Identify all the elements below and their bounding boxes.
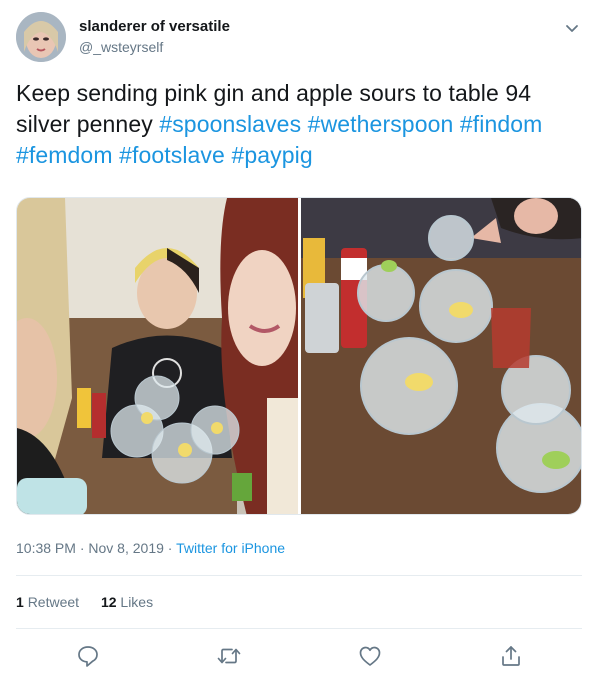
tweet-header: slanderer of versatile @_wsteyrself [16,12,582,64]
divider [16,628,582,629]
heart-icon[interactable] [356,642,384,670]
retweet-count[interactable]: 1 Retweet [16,594,79,610]
media-grid [16,197,582,515]
photo-2[interactable] [301,198,581,514]
hashtag-link[interactable]: #spoonslaves [159,111,301,137]
photo-1[interactable] [17,198,298,514]
share-icon[interactable] [497,642,525,670]
tweet-stats: 1 Retweet 12 Likes [16,594,171,610]
like-count[interactable]: 12 Likes [101,594,153,610]
display-name[interactable]: slanderer of versatile [79,18,230,35]
tweet-date[interactable]: Nov 8, 2019 [88,540,164,556]
tweet-meta: 10:38 PM · Nov 8, 2019 · Twitter for iPh… [16,540,285,556]
user-handle[interactable]: @_wsteyrself [79,39,163,55]
hashtag-link[interactable]: #femdom [16,142,113,168]
meta-separator: · [167,540,173,556]
tweet-text: Keep sending pink gin and apple sours to… [16,78,582,171]
tweet-actions [16,636,582,676]
retweet-icon[interactable] [215,642,243,670]
tweet-time[interactable]: 10:38 PM [16,540,76,556]
hashtag-link[interactable]: #findom [460,111,543,137]
tweet-source-link[interactable]: Twitter for iPhone [176,540,285,556]
reply-icon[interactable] [74,642,102,670]
hashtag-link[interactable]: #paypig [231,142,312,168]
avatar[interactable] [16,12,66,62]
chevron-down-icon[interactable] [562,18,582,38]
meta-separator: · [79,540,85,556]
divider [16,575,582,576]
hashtag-link[interactable]: #wetherspoon [308,111,454,137]
hashtag-link[interactable]: #footslave [119,142,225,168]
